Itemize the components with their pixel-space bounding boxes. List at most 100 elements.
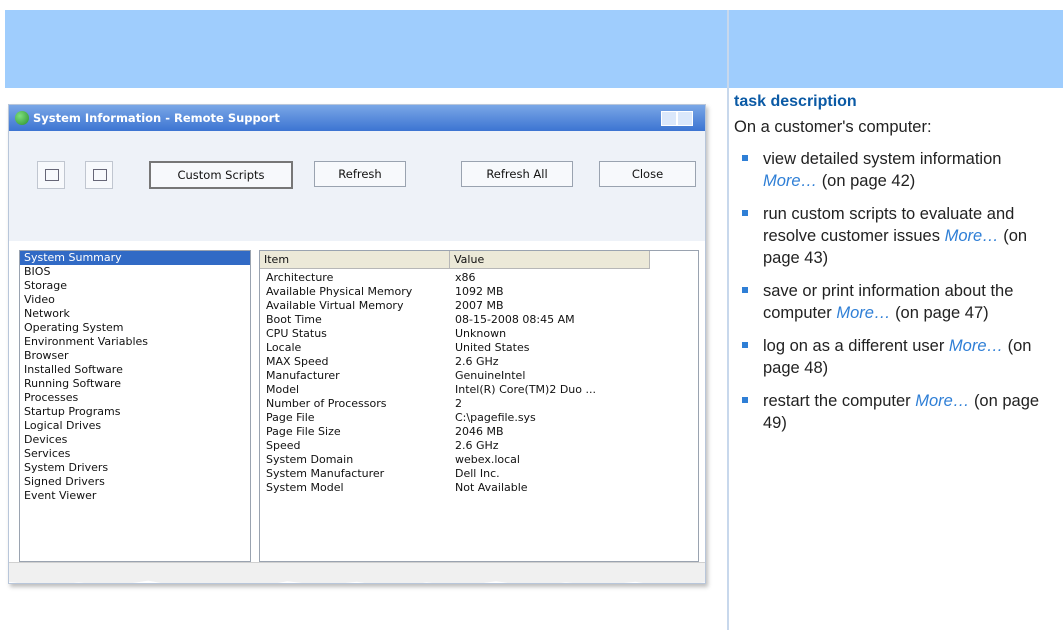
- task-item: view detailed system information More… (…: [734, 148, 1059, 192]
- nav-item-bios[interactable]: BIOS: [20, 265, 250, 279]
- table-row[interactable]: MAX Speed 2.6 GHz: [260, 355, 698, 369]
- window-statusbar: [9, 562, 705, 583]
- task-item: save or print information about the comp…: [734, 280, 1059, 324]
- printer-icon: [93, 169, 107, 181]
- table-row[interactable]: Speed 2.6 GHz: [260, 439, 698, 453]
- table-row[interactable]: Available Virtual Memory 2007 MB: [260, 299, 698, 313]
- task-text: restart the computer: [763, 392, 911, 410]
- table-row[interactable]: System Manufacturer Dell Inc.: [260, 467, 698, 481]
- column-header-item[interactable]: Item: [260, 251, 450, 269]
- nav-item-environment-variables[interactable]: Environment Variables: [20, 335, 250, 349]
- table-row[interactable]: CPU Status Unknown: [260, 327, 698, 341]
- table-row[interactable]: Locale United States: [260, 341, 698, 355]
- task-text: view detailed system information: [763, 150, 1002, 168]
- torn-edge: [9, 580, 705, 583]
- row-value: 2007 MB: [455, 299, 504, 312]
- row-value: 2: [455, 397, 462, 410]
- task-list: view detailed system information More… (…: [734, 148, 1059, 434]
- row-value: 08-15-2008 08:45 AM: [455, 313, 575, 326]
- row-item: Page File Size: [266, 425, 341, 438]
- row-value: webex.local: [455, 453, 520, 466]
- table-row[interactable]: Manufacturer GenuineIntel: [260, 369, 698, 383]
- category-list[interactable]: System Summary BIOS Storage Video Networ…: [19, 250, 251, 562]
- row-item: Model: [266, 383, 300, 396]
- bullet-icon: [742, 342, 748, 348]
- page-ref: (on page 47): [895, 304, 989, 322]
- row-item: Page File: [266, 411, 315, 424]
- nav-item-startup-programs[interactable]: Startup Programs: [20, 405, 250, 419]
- row-item: Boot Time: [266, 313, 322, 326]
- nav-item-system-summary[interactable]: System Summary: [20, 251, 250, 265]
- table-row[interactable]: Boot Time 08-15-2008 08:45 AM: [260, 313, 698, 327]
- nav-item-devices[interactable]: Devices: [20, 433, 250, 447]
- row-item: Locale: [266, 341, 302, 354]
- table-row[interactable]: Architecture x86: [260, 271, 698, 285]
- row-value: GenuineIntel: [455, 369, 526, 382]
- save-button[interactable]: [37, 161, 65, 189]
- window-toolbar: Custom Scripts Refresh Refresh All Close: [9, 131, 705, 241]
- more-link[interactable]: More…: [763, 172, 817, 190]
- row-value: 2.6 GHz: [455, 355, 499, 368]
- refresh-all-button[interactable]: Refresh All: [461, 161, 573, 187]
- save-icon: [45, 169, 59, 181]
- table-row[interactable]: Page File Size 2046 MB: [260, 425, 698, 439]
- window-titlebar: System Information - Remote Support: [9, 105, 705, 131]
- system-information-screenshot: System Information - Remote Support Cust…: [8, 104, 706, 584]
- row-value: C:\pagefile.sys: [455, 411, 536, 424]
- task-item: restart the computer More… (on page 49): [734, 390, 1059, 434]
- nav-item-event-viewer[interactable]: Event Viewer: [20, 489, 250, 503]
- table-row[interactable]: Model Intel(R) Core(TM)2 Duo ...: [260, 383, 698, 397]
- more-link[interactable]: More…: [945, 227, 999, 245]
- row-item: CPU Status: [266, 327, 327, 340]
- nav-item-logical-drives[interactable]: Logical Drives: [20, 419, 250, 433]
- more-link[interactable]: More…: [949, 337, 1003, 355]
- nav-item-services[interactable]: Services: [20, 447, 250, 461]
- nav-item-network[interactable]: Network: [20, 307, 250, 321]
- row-value: Dell Inc.: [455, 467, 500, 480]
- task-item: run custom scripts to evaluate and resol…: [734, 203, 1059, 269]
- row-value: 1092 MB: [455, 285, 504, 298]
- bullet-icon: [742, 287, 748, 293]
- row-value: 2.6 GHz: [455, 439, 499, 452]
- minimize-icon[interactable]: [661, 111, 677, 126]
- column-header-value[interactable]: Value: [450, 251, 650, 269]
- row-item: System Manufacturer: [266, 467, 385, 480]
- nav-item-video[interactable]: Video: [20, 293, 250, 307]
- row-item: Speed: [266, 439, 301, 452]
- nav-item-storage[interactable]: Storage: [20, 279, 250, 293]
- row-value: Not Available: [455, 481, 528, 494]
- row-value: x86: [455, 271, 476, 284]
- column-divider: [727, 10, 729, 630]
- table-row[interactable]: System Domain webex.local: [260, 453, 698, 467]
- page-ref: (on page 42): [821, 172, 916, 190]
- app-logo-icon: [15, 111, 29, 125]
- header-band-left: [5, 10, 727, 88]
- task-item: log on as a different user More… (on pag…: [734, 335, 1059, 379]
- refresh-button[interactable]: Refresh: [314, 161, 406, 187]
- table-row[interactable]: Page File C:\pagefile.sys: [260, 411, 698, 425]
- row-item: System Model: [266, 481, 344, 494]
- close-button[interactable]: Close: [599, 161, 696, 187]
- nav-item-system-drivers[interactable]: System Drivers: [20, 461, 250, 475]
- task-text: log on as a different user: [763, 337, 945, 355]
- maximize-icon[interactable]: [677, 111, 693, 126]
- nav-item-processes[interactable]: Processes: [20, 391, 250, 405]
- more-link[interactable]: More…: [915, 392, 969, 410]
- print-button[interactable]: [85, 161, 113, 189]
- nav-item-browser[interactable]: Browser: [20, 349, 250, 363]
- nav-item-installed-software[interactable]: Installed Software: [20, 363, 250, 377]
- table-row[interactable]: System Model Not Available: [260, 481, 698, 495]
- bullet-icon: [742, 397, 748, 403]
- nav-item-operating-system[interactable]: Operating System: [20, 321, 250, 335]
- nav-item-signed-drivers[interactable]: Signed Drivers: [20, 475, 250, 489]
- row-item: Architecture: [266, 271, 334, 284]
- custom-scripts-button[interactable]: Custom Scripts: [149, 161, 293, 189]
- row-value: Unknown: [455, 327, 507, 340]
- more-link[interactable]: More…: [836, 304, 890, 322]
- table-rows: Architecture x86 Available Physical Memor…: [260, 271, 698, 495]
- system-info-table[interactable]: Item Value Architecture x86 Available Phy…: [259, 250, 699, 562]
- table-row[interactable]: Number of Processors 2: [260, 397, 698, 411]
- nav-item-running-software[interactable]: Running Software: [20, 377, 250, 391]
- row-value: United States: [455, 341, 530, 354]
- table-row[interactable]: Available Physical Memory 1092 MB: [260, 285, 698, 299]
